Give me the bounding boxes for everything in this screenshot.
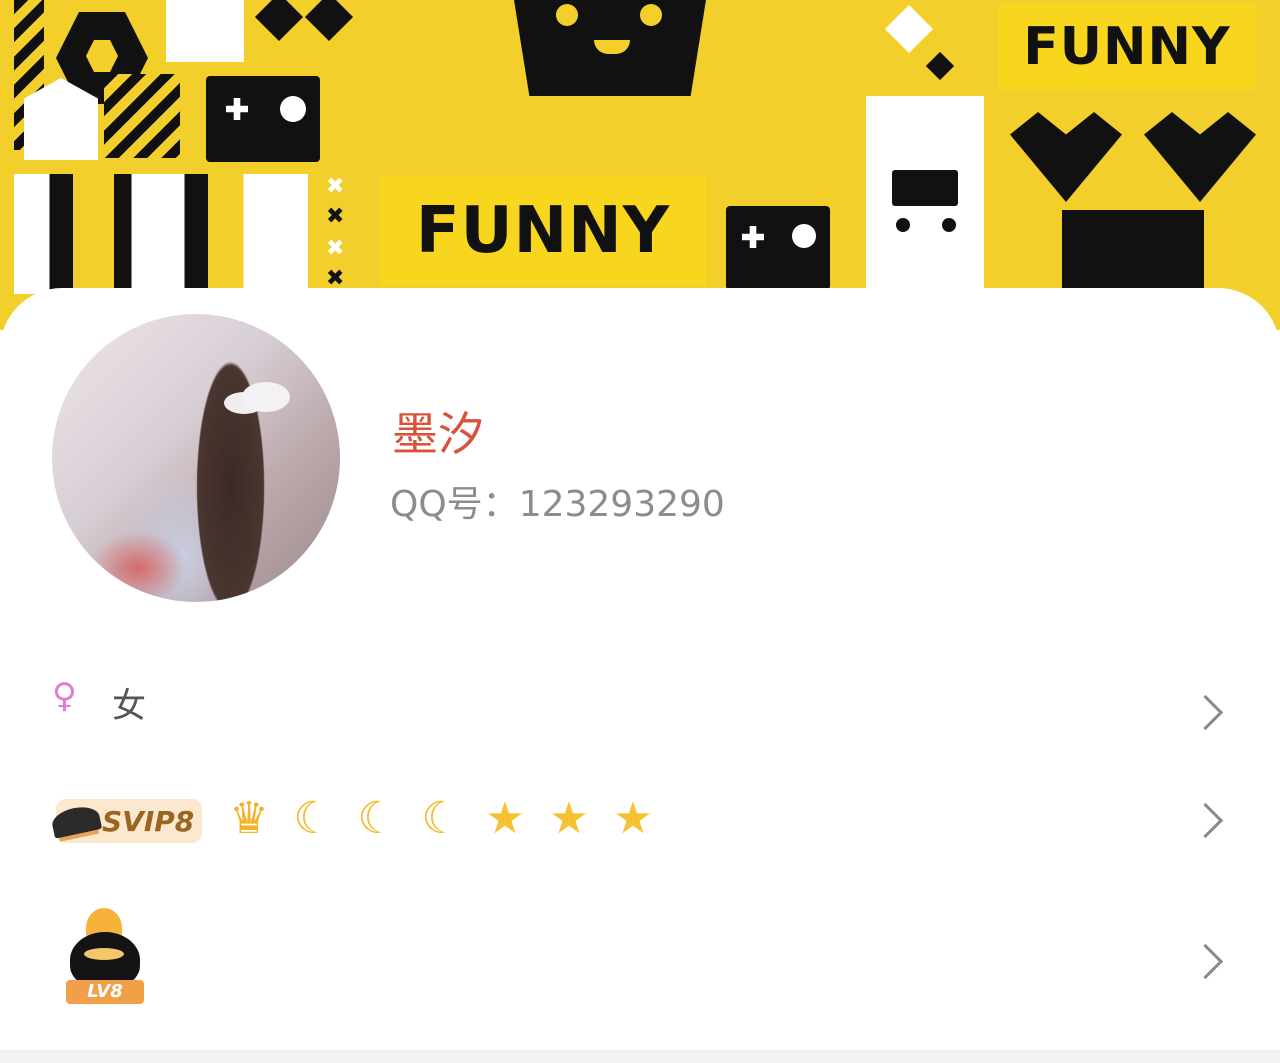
heart-decoration: [1010, 112, 1122, 202]
x-mark-decoration: ✖: [326, 236, 345, 261]
level-eye-decoration: [84, 948, 124, 960]
gamepad-button-decoration: [280, 96, 306, 122]
cart-decoration: [892, 170, 958, 206]
avatar[interactable]: [52, 314, 340, 602]
x-mark-decoration: ✖: [326, 204, 345, 229]
diamond-decoration: [925, 51, 955, 81]
funny-banner-tag: FUNNY: [998, 4, 1256, 90]
moon-icon: ☾: [421, 793, 461, 844]
hat-icon: [49, 803, 103, 839]
chevron-right-icon: [1187, 943, 1224, 980]
diamond-decoration: [884, 4, 934, 54]
white-block-decoration: [166, 0, 244, 62]
gender-row[interactable]: ♀ 女: [0, 660, 1280, 760]
diamond-decoration: [304, 0, 354, 42]
gender-label: 女: [112, 686, 146, 726]
hair-bow-decoration: [242, 382, 290, 412]
star-icon: ★: [549, 793, 589, 844]
cart-wheel-decoration: [942, 218, 956, 232]
svip-label: SVIP8: [102, 804, 195, 838]
gamepad-decoration: [206, 76, 320, 162]
crown-icon: ♛: [229, 793, 269, 844]
x-mark-decoration: ✖: [326, 174, 345, 199]
nickname: 墨汐: [392, 407, 484, 461]
chevron-right-icon: [1187, 802, 1224, 839]
profile-banner: ✖ ✖ ✖ ✖ FUNNY FUNNY: [0, 0, 1280, 330]
moon-icon: ☾: [293, 793, 333, 844]
qq-number-line: QQ号：123293290: [390, 475, 725, 527]
chevron-right-icon: [1187, 694, 1224, 731]
diagonal-stripes-decoration: [104, 74, 180, 158]
diamond-decoration: [254, 0, 304, 42]
star-icon: ★: [613, 793, 653, 844]
qq-number: 123293290: [518, 484, 725, 525]
heart-decoration: [1144, 112, 1256, 202]
cube-decoration: [14, 174, 308, 294]
qq-label: QQ号：: [390, 484, 519, 525]
face-eye-decoration: [640, 4, 662, 26]
female-icon: ♀: [52, 676, 77, 716]
gamepad-button-decoration: [792, 224, 816, 248]
cart-wheel-decoration: [896, 218, 910, 232]
bottom-divider: [0, 1050, 1280, 1063]
face-eye-decoration: [556, 4, 578, 26]
svip-badge: SVIP8: [49, 799, 202, 843]
star-icon: ★: [485, 793, 525, 844]
moon-icon: ☾: [357, 793, 397, 844]
level-row[interactable]: [0, 905, 1280, 1015]
level-badge: LV8: [66, 908, 146, 1004]
gamepad-decoration: [726, 206, 830, 290]
funny-banner-tag: FUNNY: [380, 176, 706, 286]
level-label: LV8: [66, 980, 144, 1004]
